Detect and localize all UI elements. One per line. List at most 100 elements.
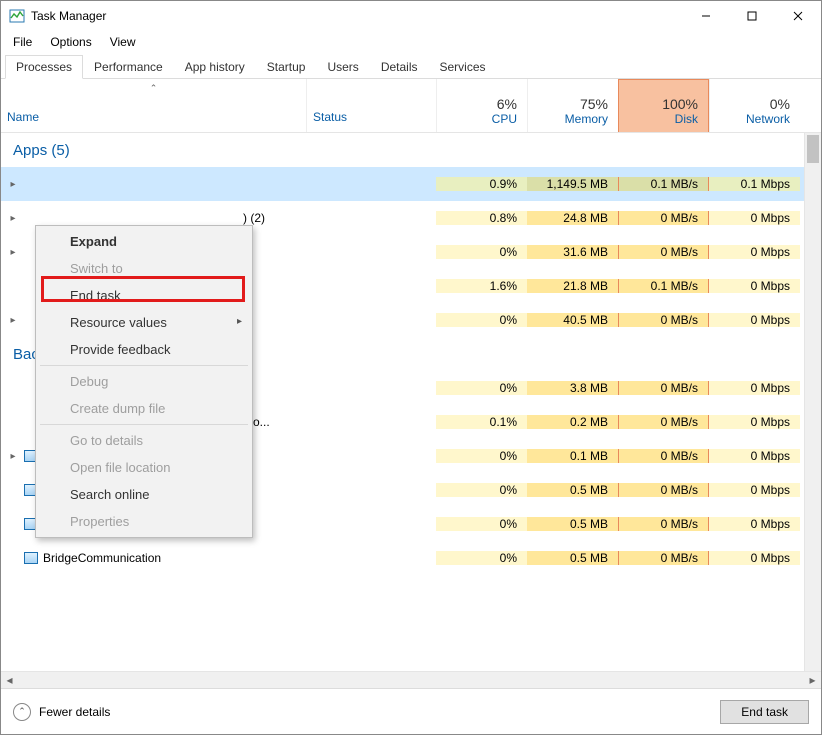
memory-label: Memory: [565, 112, 608, 126]
memory-cell: 24.8 MB: [527, 211, 618, 225]
scroll-left-icon[interactable]: ◂: [1, 672, 18, 689]
disk-cell: 0 MB/s: [618, 245, 709, 259]
memory-cell: 0.5 MB: [527, 517, 618, 531]
network-cell: 0 Mbps: [709, 551, 800, 565]
menu-view[interactable]: View: [102, 33, 144, 51]
context-menu: Expand Switch to End task Resource value…: [35, 225, 253, 538]
context-search-online[interactable]: Search online: [36, 481, 252, 508]
end-task-button[interactable]: End task: [720, 700, 809, 724]
context-provide-feedback[interactable]: Provide feedback: [36, 336, 252, 363]
context-expand[interactable]: Expand: [36, 228, 252, 255]
memory-cell: 21.8 MB: [527, 279, 618, 293]
network-cell: 0 Mbps: [709, 449, 800, 463]
context-open-file-location: Open file location: [36, 454, 252, 481]
context-end-task[interactable]: End task: [36, 282, 252, 309]
header-status[interactable]: Status: [306, 79, 436, 132]
footer: ⌃ Fewer details End task: [1, 688, 821, 734]
network-cell: 0 Mbps: [709, 245, 800, 259]
process-name: BridgeCommunication: [43, 551, 161, 565]
tab-details[interactable]: Details: [370, 55, 429, 78]
header-disk[interactable]: 100% Disk: [618, 79, 709, 132]
disk-cell: 0 MB/s: [618, 517, 709, 531]
disk-cell: 0 MB/s: [618, 449, 709, 463]
cpu-cell: 0.9%: [436, 177, 527, 191]
tab-startup[interactable]: Startup: [256, 55, 317, 78]
tab-processes[interactable]: Processes: [5, 55, 83, 79]
header-memory[interactable]: 75% Memory: [527, 79, 618, 132]
memory-cell: 40.5 MB: [527, 313, 618, 327]
context-go-to-details: Go to details: [36, 427, 252, 454]
task-manager-window: Task Manager File Options View Processes…: [0, 0, 822, 735]
header-cpu[interactable]: 6% CPU: [436, 79, 527, 132]
expand-icon[interactable]: ▸: [7, 315, 19, 326]
process-icon: [23, 176, 39, 192]
process-name-cell: ▸ ) (2): [1, 211, 306, 225]
menu-options[interactable]: Options: [42, 33, 99, 51]
scroll-right-icon[interactable]: ▸: [804, 672, 821, 689]
context-resource-values[interactable]: Resource values ▸: [36, 309, 252, 336]
menubar: File Options View: [1, 31, 821, 53]
header-network[interactable]: 0% Network: [709, 79, 800, 132]
tab-services[interactable]: Services: [429, 55, 497, 78]
maximize-button[interactable]: [729, 1, 775, 31]
expand-icon[interactable]: ▸: [7, 213, 19, 224]
header-name[interactable]: ⌃ Name: [1, 79, 306, 132]
disk-cell: 0 MB/s: [618, 415, 709, 429]
cpu-percent: 6%: [497, 96, 517, 112]
menu-file[interactable]: File: [5, 33, 40, 51]
scrollbar-thumb[interactable]: [807, 135, 819, 163]
cpu-cell: 0%: [436, 483, 527, 497]
disk-cell: 0.1 MB/s: [618, 177, 709, 191]
tab-strip: Processes Performance App history Startu…: [1, 53, 821, 79]
memory-percent: 75%: [580, 96, 608, 112]
expand-icon[interactable]: ▸: [7, 247, 19, 258]
horizontal-scrollbar[interactable]: ◂ ▸: [1, 671, 821, 688]
scrollbar-track[interactable]: [18, 673, 804, 687]
memory-cell: 3.8 MB: [527, 381, 618, 395]
minimize-button[interactable]: [683, 1, 729, 31]
cpu-cell: 0%: [436, 313, 527, 327]
header-name-label: Name: [7, 110, 39, 124]
process-row[interactable]: ▸ BridgeCommunication 0% 0.5 MB 0 MB/s 0…: [1, 541, 821, 575]
expand-icon[interactable]: ▸: [7, 179, 19, 190]
expand-icon[interactable]: ▸: [7, 451, 19, 462]
cpu-label: CPU: [492, 112, 517, 126]
cpu-cell: 0%: [436, 381, 527, 395]
memory-cell: 0.2 MB: [527, 415, 618, 429]
process-name-cell: ▸: [1, 176, 306, 192]
network-cell: 0 Mbps: [709, 517, 800, 531]
network-percent: 0%: [770, 96, 790, 112]
vertical-scrollbar[interactable]: [804, 133, 821, 671]
close-button[interactable]: [775, 1, 821, 31]
disk-cell: 0 MB/s: [618, 483, 709, 497]
submenu-arrow-icon: ▸: [237, 316, 242, 327]
network-cell: 0 Mbps: [709, 483, 800, 497]
menu-separator: [40, 424, 248, 425]
cpu-cell: 1.6%: [436, 279, 527, 293]
disk-percent: 100%: [662, 96, 698, 112]
tab-users[interactable]: Users: [316, 55, 369, 78]
tab-performance[interactable]: Performance: [83, 55, 174, 78]
process-row[interactable]: ▸ 0.9% 1,149.5 MB 0.1 MB/s 0.1 Mbps: [1, 167, 821, 201]
window-title: Task Manager: [31, 9, 683, 23]
cpu-cell: 0%: [436, 245, 527, 259]
group-row-apps[interactable]: Apps (5): [1, 133, 821, 167]
network-cell: 0 Mbps: [709, 211, 800, 225]
menu-separator: [40, 365, 248, 366]
tab-app-history[interactable]: App history: [174, 55, 256, 78]
memory-cell: 31.6 MB: [527, 245, 618, 259]
header-status-label: Status: [313, 110, 347, 124]
chevron-up-icon: ⌃: [13, 703, 31, 721]
network-cell: 0 Mbps: [709, 279, 800, 293]
context-switch-to: Switch to: [36, 255, 252, 282]
process-icon: [23, 550, 39, 566]
memory-cell: 1,149.5 MB: [527, 177, 618, 191]
network-cell: 0.1 Mbps: [709, 177, 800, 191]
fewer-details-toggle[interactable]: ⌃ Fewer details: [13, 703, 110, 721]
column-headers: ⌃ Name Status 6% CPU 75% Memory 100% Dis…: [1, 79, 821, 133]
cpu-cell: 0%: [436, 551, 527, 565]
disk-cell: 0 MB/s: [618, 313, 709, 327]
memory-cell: 0.5 MB: [527, 551, 618, 565]
network-cell: 0 Mbps: [709, 381, 800, 395]
network-label: Network: [746, 112, 790, 126]
